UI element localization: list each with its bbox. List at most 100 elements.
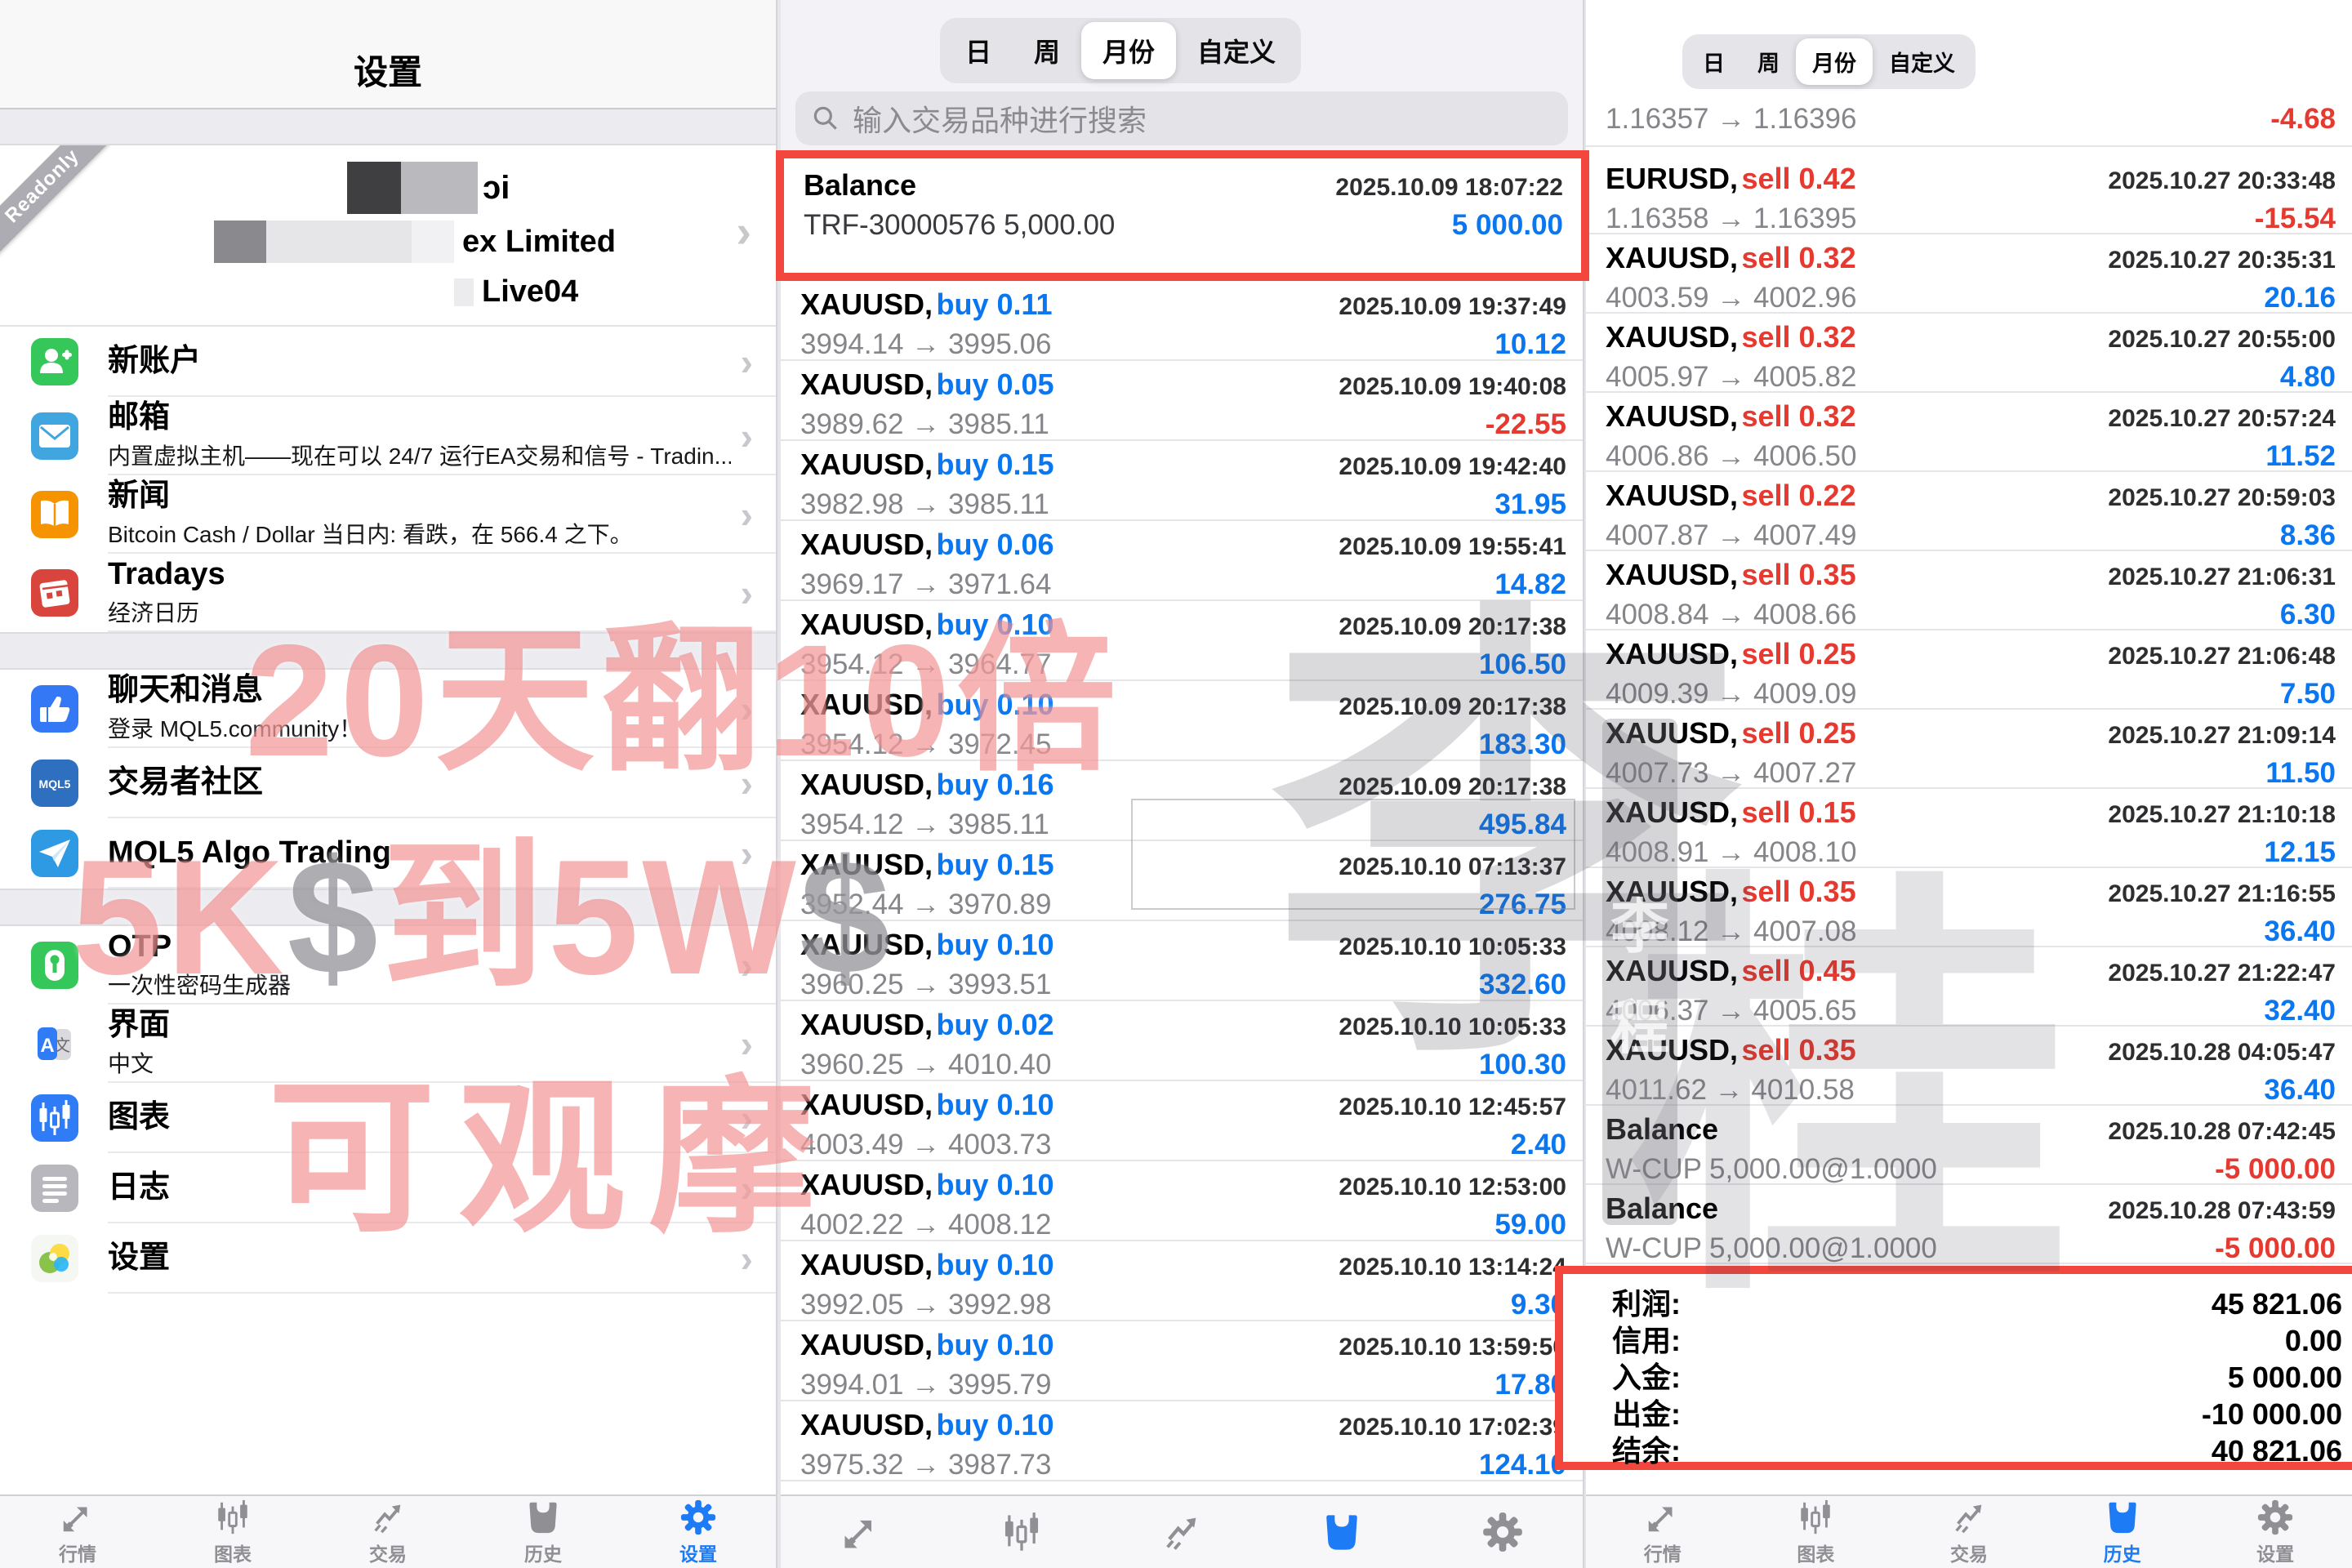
trade-side: buy 0.02 xyxy=(936,1008,1054,1041)
trade-side: buy 0.10 xyxy=(936,1168,1054,1201)
tab-charts[interactable]: 图表 xyxy=(155,1496,310,1568)
trade-row[interactable]: XAUUSD, buy 0.15 2025.10.09 19:42:40 398… xyxy=(781,441,1583,521)
tab-history[interactable]: 历史 xyxy=(2046,1496,2199,1568)
menu-item-charts[interactable]: 图表 › xyxy=(0,1083,776,1153)
trade-side: buy 0.05 xyxy=(936,368,1054,401)
trade-row[interactable]: XAUUSD, buy 0.15 2025.10.10 07:13:37 395… xyxy=(781,841,1583,921)
settings-panel: 设置 Readonly ɔi ex Limited Live04 › xyxy=(0,0,777,1568)
menu-item-new-account[interactable]: 新账户 › xyxy=(0,327,776,397)
trade-row[interactable]: XAUUSD, buy 0.10 2025.10.09 20:17:38 395… xyxy=(781,601,1583,681)
trade-date: 2025.10.28 07:43:59 xyxy=(2108,1197,2336,1225)
tab-charts[interactable]: 图表 xyxy=(1740,1496,1893,1568)
trade-prices: 3982.98 → 3985.11 xyxy=(800,488,1049,521)
trade-profit: 11.50 xyxy=(2265,757,2336,790)
chevron-right-icon: › xyxy=(741,492,753,537)
redaction-block xyxy=(401,162,478,214)
tab-settings[interactable]: 设置 xyxy=(621,1496,776,1568)
summary-value: 0.00 xyxy=(2285,1324,2342,1358)
trade-symbol: XAUUSD, xyxy=(800,287,933,321)
menu-item-algo-trading[interactable]: MQL5 Algo Trading › xyxy=(0,818,776,889)
menu-item-chat[interactable]: 聊天和消息 登录 MQL5.community！ › xyxy=(0,670,776,748)
trade-side: sell 0.22 xyxy=(1741,479,1855,512)
trade-row[interactable]: Balance 2025.10.28 07:42:45 W-CUP 5,000.… xyxy=(1586,1106,2352,1185)
menu-item-tradays[interactable]: Tradays 经济日历 › xyxy=(0,554,776,632)
trade-row[interactable]: XAUUSD, buy 0.10 2025.10.10 12:45:57 400… xyxy=(781,1081,1583,1161)
trade-row[interactable]: XAUUSD, buy 0.10 2025.10.10 17:02:39 397… xyxy=(781,1401,1583,1481)
trade-side: sell 0.15 xyxy=(1741,795,1855,829)
trade-date: 2025.10.09 20:17:38 xyxy=(1339,773,1566,801)
segment-option[interactable]: 自定义 xyxy=(1873,38,1971,85)
trade-profit: -5 000.00 xyxy=(2215,1153,2336,1186)
chevron-right-icon: › xyxy=(741,761,753,805)
bottom-tabbar-right: 行情 图表 交易 历史 设置 xyxy=(1586,1494,2352,1568)
gear-icon xyxy=(2256,1499,2294,1536)
trade-row[interactable]: EURUSD, sell 0.42 2025.10.27 20:33:48 1.… xyxy=(1586,155,2352,234)
bottom-tabbar-mid xyxy=(781,1494,1583,1568)
trade-side: sell 0.35 xyxy=(1741,558,1855,591)
tab-label: 交易 xyxy=(369,1539,407,1566)
trade-row[interactable]: XAUUSD, sell 0.45 2025.10.27 21:22:47 40… xyxy=(1586,947,2352,1027)
trade-row[interactable]: XAUUSD, sell 0.35 2025.10.27 21:06:31 40… xyxy=(1586,551,2352,630)
segment-option[interactable]: 周 xyxy=(1013,22,1081,79)
trade-prices: 4005.97 → 4005.82 xyxy=(1606,361,1856,394)
trade-row[interactable]: XAUUSD, sell 0.32 2025.10.27 20:55:00 40… xyxy=(1586,314,2352,393)
trade-row[interactable]: XAUUSD, buy 0.10 2025.10.10 13:59:50 399… xyxy=(781,1321,1583,1401)
tab-quotes[interactable] xyxy=(781,1496,941,1568)
trade-row[interactable]: XAUUSD, sell 0.25 2025.10.27 21:09:14 40… xyxy=(1586,710,2352,789)
tab-quotes[interactable]: 行情 xyxy=(1586,1496,1740,1568)
language-icon: 文A xyxy=(31,1020,78,1067)
tab-trade[interactable]: 交易 xyxy=(1892,1496,2046,1568)
trade-row[interactable]: XAUUSD, sell 0.35 2025.10.27 21:16:55 40… xyxy=(1586,868,2352,947)
trade-symbol: XAUUSD, xyxy=(800,1168,933,1201)
segment-option[interactable]: 日 xyxy=(1686,38,1741,85)
trade-row[interactable]: XAUUSD, sell 0.32 2025.10.27 20:57:24 40… xyxy=(1586,393,2352,472)
trade-row[interactable]: XAUUSD, sell 0.25 2025.10.27 21:06:48 40… xyxy=(1586,630,2352,710)
trade-row[interactable]: XAUUSD, buy 0.05 2025.10.09 19:40:08 398… xyxy=(781,361,1583,441)
menu-subtitle: 一次性密码生成器 xyxy=(108,968,731,1000)
trade-row[interactable]: XAUUSD, sell 0.22 2025.10.27 20:59:03 40… xyxy=(1586,472,2352,551)
segment-option[interactable]: 月份 xyxy=(1081,22,1176,79)
segment-option[interactable]: 周 xyxy=(1741,38,1796,85)
redaction-block xyxy=(454,278,474,306)
menu-item-settings[interactable]: 设置 › xyxy=(0,1223,776,1294)
menu-item-interface[interactable]: 文A 界面 中文 › xyxy=(0,1004,776,1083)
tab-settings[interactable]: 设置 xyxy=(2198,1496,2352,1568)
menu-item-journal[interactable]: 日志 › xyxy=(0,1153,776,1223)
menu-item-mailbox[interactable]: 邮箱 内置虚拟主机——现在可以 24/7 运行EA交易和信号 - Tradin.… xyxy=(0,397,776,475)
quotes-icon xyxy=(1644,1499,1682,1536)
tab-history[interactable]: 历史 xyxy=(466,1496,621,1568)
search-bar[interactable]: 输入交易品种进行搜索 xyxy=(795,91,1568,145)
trade-row[interactable]: XAUUSD, sell 0.35 2025.10.28 04:05:47 40… xyxy=(1586,1027,2352,1106)
menu-item-otp[interactable]: OTP 一次性密码生成器 › xyxy=(0,926,776,1004)
tab-history[interactable] xyxy=(1262,1496,1422,1568)
svg-text:A: A xyxy=(40,1035,54,1057)
segment-option[interactable]: 日 xyxy=(944,22,1013,79)
tab-charts[interactable] xyxy=(941,1496,1101,1568)
menu-item-news[interactable]: 新闻 Bitcoin Cash / Dollar 当日内: 看跌，在 566.4… xyxy=(0,475,776,554)
tab-label: 历史 xyxy=(2104,1539,2141,1566)
tab-trade[interactable] xyxy=(1102,1496,1262,1568)
trade-row[interactable]: Balance 2025.10.28 07:43:59 W-CUP 5,000.… xyxy=(1586,1185,2352,1264)
trade-row[interactable]: XAUUSD, buy 0.10 2025.10.09 20:17:38 395… xyxy=(781,681,1583,761)
trade-row[interactable]: XAUUSD, buy 0.10 2025.10.10 12:53:00 400… xyxy=(781,1161,1583,1241)
menu-item-traders-community[interactable]: MQL5 交易者社区 › xyxy=(0,748,776,818)
trade-row[interactable]: XAUUSD, buy 0.06 2025.10.09 19:55:41 396… xyxy=(781,521,1583,601)
segment-option[interactable]: 月份 xyxy=(1796,38,1873,85)
trade-row[interactable]: XAUUSD, sell 0.32 2025.10.27 20:35:31 40… xyxy=(1586,234,2352,314)
trade-symbol: XAUUSD, xyxy=(800,928,933,961)
summary-row: 结余: 40 821.06 xyxy=(1612,1428,2342,1464)
tab-trade[interactable]: 交易 xyxy=(310,1496,466,1568)
trade-row[interactable]: XAUUSD, buy 0.10 2025.10.10 10:05:33 396… xyxy=(781,921,1583,1001)
trade-profit: -4.68 xyxy=(2270,103,2336,136)
partial-trade-row[interactable]: 1.16357 → 1.16396 -4.68 xyxy=(1586,103,2352,136)
account-card[interactable]: Readonly ɔi ex Limited Live04 › xyxy=(0,145,776,327)
trade-row[interactable]: XAUUSD, buy 0.11 2025.10.09 19:37:49 399… xyxy=(781,281,1583,361)
trade-row[interactable]: XAUUSD, buy 0.02 2025.10.10 10:05:33 396… xyxy=(781,1001,1583,1081)
tab-settings[interactable] xyxy=(1423,1496,1583,1568)
trade-row[interactable]: XAUUSD, buy 0.10 2025.10.10 13:14:24 399… xyxy=(781,1241,1583,1321)
segment-option[interactable]: 自定义 xyxy=(1176,22,1297,79)
tab-quotes[interactable]: 行情 xyxy=(0,1496,155,1568)
trade-row[interactable]: XAUUSD, buy 0.16 2025.10.09 20:17:38 395… xyxy=(781,761,1583,841)
trade-row[interactable]: XAUUSD, sell 0.15 2025.10.27 21:10:18 40… xyxy=(1586,789,2352,868)
trade-prices: 1.16358 → 1.16395 xyxy=(1606,203,1856,235)
